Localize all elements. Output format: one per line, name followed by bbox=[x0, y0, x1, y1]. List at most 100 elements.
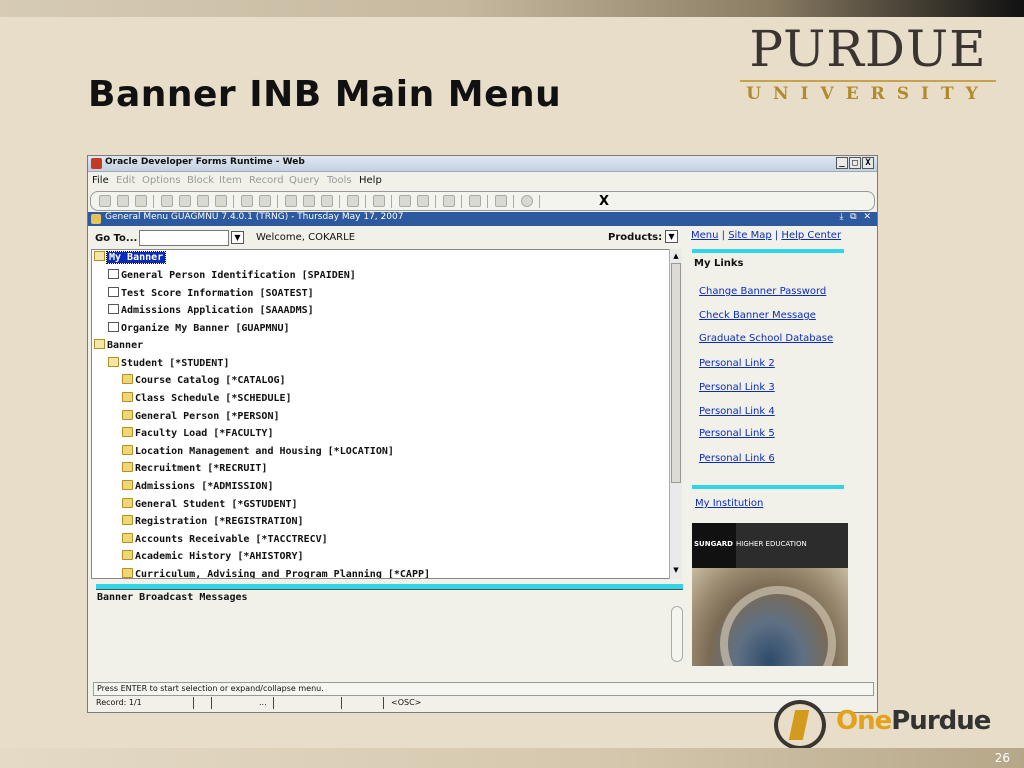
my-link-graduate-school[interactable]: Graduate School Database bbox=[699, 333, 833, 344]
tree-item-label: General Person [*PERSON] bbox=[135, 411, 280, 422]
goto-dropdown-icon[interactable]: ▼ bbox=[231, 231, 244, 244]
menu-query[interactable]: Query bbox=[289, 175, 319, 186]
tree-scrollbar[interactable]: ▲ ▼ bbox=[669, 249, 682, 579]
tree-item[interactable]: Faculty Load [*FACULTY] bbox=[122, 427, 273, 444]
insert-record-icon[interactable] bbox=[321, 195, 333, 207]
tree-item[interactable]: General Person Identification [SPAIDEN] bbox=[108, 269, 356, 286]
menu-block[interactable]: Block bbox=[187, 175, 214, 186]
menubar: File Edit Options Block Item Record Quer… bbox=[88, 173, 877, 190]
tree-icon[interactable] bbox=[495, 195, 507, 207]
purdue-logo-rule bbox=[740, 80, 996, 82]
my-link-personal-6[interactable]: Personal Link 6 bbox=[699, 453, 775, 464]
tree-item[interactable]: Admissions Application [SAAADMS] bbox=[108, 304, 314, 321]
purdue-logo: PURDUE UNIVERSITY bbox=[740, 20, 996, 110]
record-count: Record: 1/1 bbox=[96, 698, 142, 707]
rollback-icon[interactable] bbox=[117, 195, 129, 207]
menu-item[interactable]: Item bbox=[219, 175, 242, 186]
tree-item[interactable]: Test Score Information [SOATEST] bbox=[108, 287, 314, 304]
search-icon[interactable] bbox=[347, 195, 359, 207]
help-center-link[interactable]: Help Center bbox=[781, 230, 841, 241]
exit-button[interactable]: X bbox=[599, 194, 609, 209]
list-values-icon[interactable] bbox=[215, 195, 227, 207]
toolbar-separator bbox=[233, 195, 234, 208]
status-mode: <OSC> bbox=[391, 698, 422, 707]
tree-item[interactable]: Class Schedule [*SCHEDULE] bbox=[122, 392, 292, 409]
previous-block-icon[interactable] bbox=[241, 195, 253, 207]
next-block-icon[interactable] bbox=[259, 195, 271, 207]
maximize-button[interactable]: □ bbox=[849, 157, 861, 169]
menu-record[interactable]: Record bbox=[249, 175, 284, 186]
print-icon[interactable] bbox=[373, 195, 385, 207]
tree-item-label: Location Management and Housing [*LOCATI… bbox=[135, 446, 394, 457]
products-dropdown-icon[interactable]: ▼ bbox=[665, 230, 678, 243]
tree-item[interactable]: Admissions [*ADMISSION] bbox=[122, 480, 273, 497]
my-link-personal-2[interactable]: Personal Link 2 bbox=[699, 358, 775, 369]
my-link-personal-3[interactable]: Personal Link 3 bbox=[699, 382, 775, 393]
tree-item[interactable]: Registration [*REGISTRATION] bbox=[122, 515, 304, 532]
goto-input[interactable] bbox=[139, 230, 229, 246]
tree-item[interactable]: Accounts Receivable [*TACCTRECV] bbox=[122, 533, 328, 550]
tree-item-label: Admissions [*ADMISSION] bbox=[135, 481, 274, 492]
menu-options[interactable]: Options bbox=[142, 175, 181, 186]
duplicate-item-icon[interactable] bbox=[197, 195, 209, 207]
tree-item[interactable]: General Person [*PERSON] bbox=[122, 410, 280, 427]
status-separator bbox=[273, 697, 274, 709]
menu-help[interactable]: Help bbox=[359, 175, 382, 186]
tree-item[interactable]: Organize My Banner [GUAPMNU] bbox=[108, 322, 290, 339]
menu-link[interactable]: Menu bbox=[691, 230, 718, 241]
site-map-link[interactable]: Site Map bbox=[728, 230, 771, 241]
tree-item[interactable]: General Student [*GSTUDENT] bbox=[122, 498, 298, 515]
divider bbox=[692, 249, 844, 253]
onepurdue-one: One bbox=[836, 706, 892, 736]
tree-item-my-banner[interactable]: My Banner bbox=[94, 251, 167, 268]
scroll-up-icon[interactable]: ▲ bbox=[671, 251, 681, 261]
form-window-controls[interactable]: ⤓ ⧉ ✕ bbox=[839, 212, 873, 222]
arch-image bbox=[692, 568, 848, 666]
my-institution-link[interactable]: My Institution bbox=[695, 498, 763, 509]
my-link-change-password[interactable]: Change Banner Password bbox=[699, 286, 826, 297]
scroll-thumb[interactable] bbox=[671, 263, 681, 483]
folder-icon bbox=[122, 498, 133, 508]
help-icon[interactable] bbox=[521, 195, 533, 207]
open-folder-icon bbox=[94, 251, 105, 261]
minimize-button[interactable]: _ bbox=[836, 157, 848, 169]
scroll-down-icon[interactable]: ▼ bbox=[671, 565, 681, 575]
onepurdue-mark bbox=[774, 700, 826, 750]
tree-item[interactable]: Recruitment [*RECRUIT] bbox=[122, 462, 267, 479]
menu-tools[interactable]: Tools bbox=[327, 175, 352, 186]
menu-file[interactable]: File bbox=[92, 175, 109, 186]
tree-item[interactable]: Curriculum, Advising and Program Plannin… bbox=[122, 568, 431, 579]
tree-item[interactable]: Course Catalog [*CATALOG] bbox=[122, 374, 286, 391]
tree-item-label: Curriculum, Advising and Program Plannin… bbox=[135, 569, 431, 579]
my-link-personal-5[interactable]: Personal Link 5 bbox=[699, 428, 775, 439]
record-bar: Record: 1/1 ... <OSC> bbox=[93, 697, 874, 710]
folder-icon bbox=[122, 515, 133, 525]
broadcast-scrollbar[interactable] bbox=[671, 606, 683, 662]
my-link-personal-4[interactable]: Personal Link 4 bbox=[699, 406, 775, 417]
menu-edit[interactable]: Edit bbox=[116, 175, 135, 186]
tree-item-student[interactable]: Student [*STUDENT] bbox=[108, 357, 229, 374]
close-button[interactable]: X bbox=[862, 157, 874, 169]
save-icon[interactable] bbox=[99, 195, 111, 207]
slide-bottom-band bbox=[0, 748, 1024, 768]
onepurdue-wordmark: OnePurdue bbox=[836, 706, 991, 736]
print-icon[interactable] bbox=[135, 195, 147, 207]
navigate-icon[interactable] bbox=[469, 195, 481, 207]
previous-record-icon[interactable] bbox=[285, 195, 297, 207]
remove-record-icon[interactable] bbox=[443, 195, 455, 207]
tree-item-banner[interactable]: Banner bbox=[94, 339, 143, 356]
tree-item-label: Course Catalog [*CATALOG] bbox=[135, 375, 286, 386]
toolbar-separator bbox=[513, 195, 514, 208]
exit-form-icon[interactable] bbox=[179, 195, 191, 207]
folder-icon bbox=[122, 392, 133, 402]
my-link-check-message[interactable]: Check Banner Message bbox=[699, 310, 816, 321]
tree-item[interactable]: Location Management and Housing [*LOCATI… bbox=[122, 445, 394, 462]
sungard-ad[interactable]: SUNGARD HIGHER EDUCATION bbox=[692, 523, 848, 666]
tree-item[interactable]: Academic History [*AHISTORY] bbox=[122, 550, 304, 567]
execute-query-icon[interactable] bbox=[417, 195, 429, 207]
tree-item-label: Organize My Banner [GUAPMNU] bbox=[121, 323, 290, 334]
select-icon[interactable] bbox=[161, 195, 173, 207]
next-record-icon[interactable] bbox=[303, 195, 315, 207]
toolbar-separator bbox=[277, 195, 278, 208]
enter-query-icon[interactable] bbox=[399, 195, 411, 207]
